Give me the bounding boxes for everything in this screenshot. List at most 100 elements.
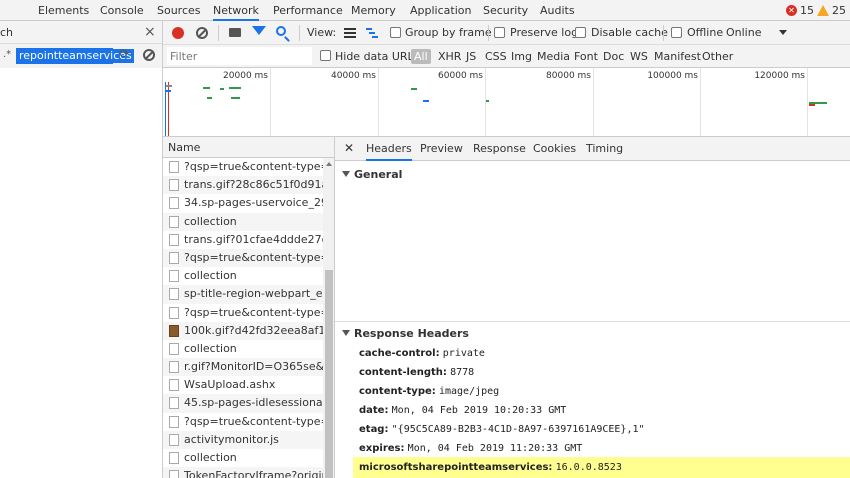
request-mark bbox=[486, 100, 489, 102]
filter-type-ws[interactable]: WS bbox=[630, 50, 648, 63]
tab-cookies[interactable]: Cookies bbox=[533, 137, 576, 161]
tab-timing[interactable]: Timing bbox=[586, 137, 623, 161]
request-name: collection bbox=[184, 269, 237, 283]
request-list-scrollbar[interactable] bbox=[323, 158, 334, 478]
table-row[interactable]: collection bbox=[163, 267, 323, 285]
chevron-down-icon[interactable] bbox=[779, 30, 787, 35]
tab-sources[interactable]: Sources bbox=[157, 0, 201, 21]
response-header-row: etag: "{95C5CA89-B2B3-4C1D-8A97-6397161A… bbox=[359, 424, 645, 435]
table-row[interactable]: ?qsp=true&content-type=app bbox=[163, 248, 323, 268]
scroll-up-icon[interactable] bbox=[326, 162, 332, 166]
file-icon bbox=[169, 215, 179, 228]
filter-type-other[interactable]: Other bbox=[702, 50, 733, 63]
request-name: WsaUpload.ashx bbox=[184, 378, 276, 392]
table-row[interactable]: ?qsp=true&content-type=app bbox=[163, 158, 323, 176]
timeline-label: 100000 ms bbox=[647, 71, 698, 81]
tab-elements[interactable]: Elements bbox=[38, 0, 89, 21]
tab-response[interactable]: Response bbox=[473, 137, 526, 161]
filter-icon[interactable] bbox=[252, 26, 266, 35]
offline-label: Offline bbox=[687, 26, 724, 39]
toolbar-divider bbox=[218, 25, 219, 41]
table-row[interactable]: collection bbox=[163, 449, 323, 467]
network-overview-timeline[interactable]: 20000 ms 40000 ms 60000 ms 80000 ms 1000… bbox=[163, 68, 850, 137]
table-row[interactable]: TokenFactoryIframe?origin=ht bbox=[163, 467, 323, 478]
table-row[interactable]: trans.gif?01cfae4ddde27d4083 bbox=[163, 231, 323, 249]
table-row[interactable]: r.gif?MonitorID=O365se&rid= bbox=[163, 358, 323, 377]
tab-headers[interactable]: Headers bbox=[366, 137, 412, 161]
tab-application[interactable]: Application bbox=[410, 0, 471, 21]
table-row[interactable]: collection bbox=[163, 340, 323, 358]
clear-search-icon[interactable] bbox=[143, 49, 155, 61]
regex-toggle[interactable]: .* bbox=[3, 49, 11, 60]
tab-preview[interactable]: Preview bbox=[420, 137, 463, 161]
table-row[interactable]: trans.gif?28c86c51f0d91a8829 bbox=[163, 176, 323, 195]
table-row[interactable]: activitymonitor.js bbox=[163, 430, 323, 449]
response-header-row: cache-control: private bbox=[359, 348, 485, 359]
tab-console[interactable]: Console bbox=[100, 0, 144, 21]
tab-performance[interactable]: Performance bbox=[273, 0, 343, 21]
clear-icon[interactable] bbox=[196, 27, 208, 39]
group-by-frame-checkbox[interactable] bbox=[390, 27, 401, 38]
table-row[interactable]: 34.sp-pages-uservoice_299327 bbox=[163, 194, 323, 212]
list-view-icon[interactable] bbox=[344, 28, 356, 38]
preserve-log-label: Preserve log bbox=[510, 26, 579, 39]
filter-type-js[interactable]: JS bbox=[466, 50, 476, 63]
header-key: date: bbox=[359, 405, 389, 416]
refresh-icon[interactable]: ⟳ bbox=[119, 47, 130, 62]
search-query-row: .* repointteamservices ⟳ bbox=[0, 45, 162, 68]
filter-type-all[interactable]: All bbox=[411, 49, 431, 64]
table-row[interactable]: collection bbox=[163, 212, 323, 231]
request-name: 45.sp-pages-idlesessionactivit bbox=[184, 396, 323, 410]
request-name: trans.gif?28c86c51f0d91a8829 bbox=[184, 178, 323, 192]
request-name: collection bbox=[184, 341, 237, 355]
table-row[interactable]: WsaUpload.ashx bbox=[163, 376, 323, 394]
error-warning-counter[interactable]: ✕ 15 25 bbox=[786, 3, 846, 18]
timeline-gridline bbox=[270, 68, 271, 136]
filter-type-manifest[interactable]: Manifest bbox=[654, 50, 701, 63]
tab-audits[interactable]: Audits bbox=[540, 0, 575, 21]
request-name: r.gif?MonitorID=O365se&rid= bbox=[184, 360, 323, 374]
waterfall-view-icon[interactable] bbox=[366, 27, 378, 39]
search-input[interactable]: repointteamservices bbox=[16, 48, 134, 64]
close-icon[interactable]: × bbox=[144, 24, 156, 40]
general-section-title: General bbox=[354, 168, 403, 181]
disable-cache-checkbox[interactable] bbox=[575, 27, 586, 38]
table-row[interactable]: 100k.gif?d42fd32eea8af1cc9b. bbox=[163, 321, 323, 340]
record-icon[interactable] bbox=[172, 27, 184, 39]
screenshot-icon[interactable] bbox=[229, 28, 241, 37]
column-header-name[interactable]: Name bbox=[163, 137, 334, 158]
preserve-log-checkbox[interactable] bbox=[494, 27, 505, 38]
close-icon[interactable]: ✕ bbox=[344, 141, 354, 155]
response-header-row: content-type: image/jpeg bbox=[359, 386, 499, 397]
response-headers-section-toggle[interactable]: Response Headers bbox=[342, 327, 469, 340]
throttling-select[interactable]: Online bbox=[726, 26, 761, 39]
table-row[interactable]: ?qsp=true&content-type=app bbox=[163, 304, 323, 322]
filter-type-img[interactable]: Img bbox=[511, 50, 532, 63]
filter-input[interactable] bbox=[167, 47, 312, 65]
search-results-area bbox=[0, 68, 163, 478]
toolbar-divider bbox=[299, 25, 300, 41]
filter-type-css[interactable]: CSS bbox=[485, 50, 507, 63]
file-icon bbox=[169, 251, 179, 264]
hide-data-urls-checkbox[interactable] bbox=[320, 50, 331, 61]
filter-type-doc[interactable]: Doc bbox=[603, 50, 624, 63]
filter-type-xhr[interactable]: XHR bbox=[438, 50, 461, 63]
file-icon bbox=[169, 270, 179, 283]
filter-type-font[interactable]: Font bbox=[574, 50, 598, 63]
scrollbar-thumb[interactable] bbox=[325, 270, 333, 478]
request-mark bbox=[220, 88, 224, 90]
request-mark bbox=[423, 100, 429, 102]
tab-network[interactable]: Network bbox=[213, 0, 259, 21]
filter-type-media[interactable]: Media bbox=[537, 50, 570, 63]
offline-checkbox[interactable] bbox=[671, 27, 682, 38]
table-row[interactable]: 45.sp-pages-idlesessionactivit bbox=[163, 394, 323, 413]
search-icon[interactable] bbox=[276, 26, 286, 36]
general-section-toggle[interactable]: General bbox=[342, 168, 402, 181]
request-name: activitymonitor.js bbox=[184, 432, 279, 446]
table-row[interactable]: sp-title-region-webpart_en-us bbox=[163, 285, 323, 304]
tab-security[interactable]: Security bbox=[483, 0, 528, 21]
tab-memory[interactable]: Memory bbox=[351, 0, 396, 21]
file-icon bbox=[169, 288, 179, 301]
table-row[interactable]: ?qsp=true&content-type=app bbox=[163, 413, 323, 431]
timeline-label: 60000 ms bbox=[438, 71, 483, 81]
